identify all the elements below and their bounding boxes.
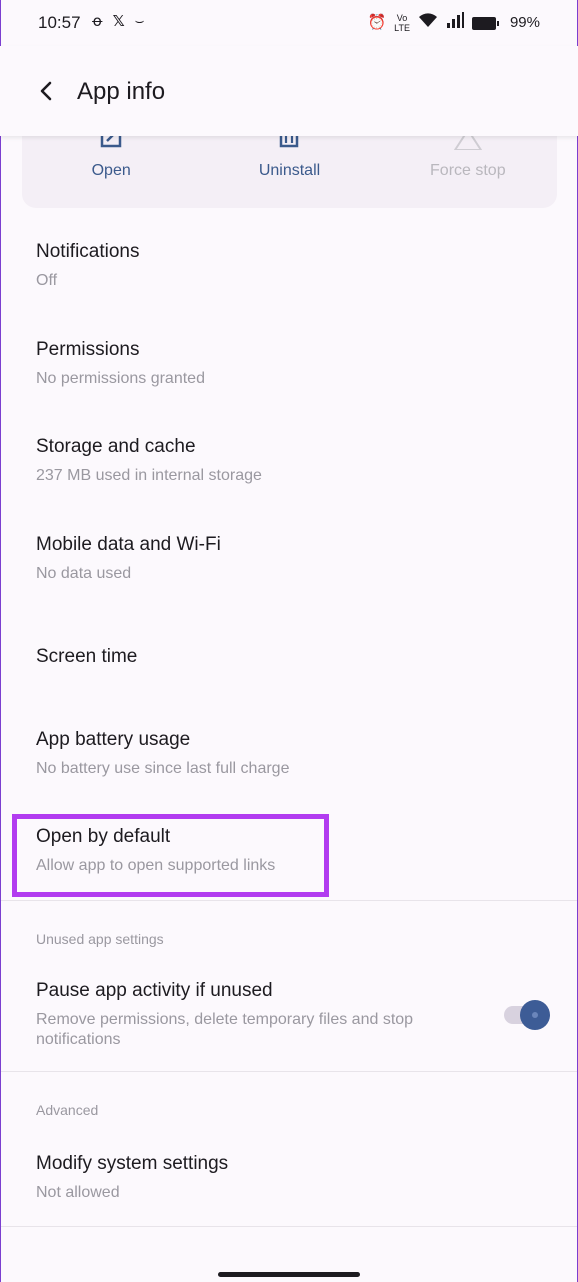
open-label: Open bbox=[91, 162, 131, 179]
modify-system-title: Modify system settings bbox=[36, 1153, 229, 1174]
divider bbox=[0, 900, 578, 901]
screen-time-item[interactable]: Screen time bbox=[36, 645, 137, 669]
toggle-thumb bbox=[520, 1000, 550, 1030]
section-header-unused: Unused app settings bbox=[36, 931, 164, 947]
x-icon: 𝕏 bbox=[112, 13, 125, 30]
uninstall-button[interactable]: Uninstall bbox=[200, 130, 378, 208]
permissions-item[interactable]: Permissions No permissions granted bbox=[36, 338, 205, 389]
force-stop-button[interactable]: Force stop bbox=[379, 130, 557, 208]
volte-icon: Vo LTE bbox=[394, 13, 410, 33]
notifications-item[interactable]: Notifications Off bbox=[36, 240, 140, 291]
pause-activity-toggle[interactable] bbox=[504, 1000, 550, 1030]
notifications-title: Notifications bbox=[36, 241, 140, 262]
pause-activity-item[interactable]: Pause app activity if unused Remove perm… bbox=[36, 979, 476, 1050]
storage-summary: 237 MB used in internal storage bbox=[36, 467, 262, 484]
status-bar: 10:57 ꝋ 𝕏 ⌣ ⏰ Vo LTE 99% bbox=[0, 0, 578, 46]
back-button[interactable] bbox=[30, 74, 64, 108]
notifications-summary: Off bbox=[36, 272, 58, 289]
highlight-box bbox=[12, 814, 329, 897]
uninstall-label: Uninstall bbox=[258, 162, 321, 179]
top-app-bar: App info bbox=[0, 46, 578, 136]
signal-icon bbox=[446, 12, 464, 34]
modify-system-item[interactable]: Modify system settings Not allowed bbox=[36, 1152, 228, 1203]
divider bbox=[0, 1226, 578, 1227]
n-icon: ꝋ bbox=[92, 13, 103, 30]
gesture-handle bbox=[218, 1272, 360, 1277]
arrow-back-icon bbox=[40, 81, 52, 101]
mobile-data-item[interactable]: Mobile data and Wi-Fi No data used bbox=[36, 533, 221, 584]
open-button[interactable]: Open bbox=[22, 130, 200, 208]
pause-activity-title: Pause app activity if unused bbox=[36, 980, 273, 1001]
page-title: App info bbox=[77, 78, 166, 105]
wifi-icon bbox=[418, 12, 438, 34]
pause-activity-summary: Remove permissions, delete temporary fil… bbox=[36, 1011, 414, 1048]
permissions-title: Permissions bbox=[36, 339, 140, 360]
battery-icon bbox=[471, 16, 499, 30]
status-left-icons: ꝋ 𝕏 ⌣ bbox=[92, 12, 145, 32]
battery-usage-item[interactable]: App battery usage No battery use since l… bbox=[36, 728, 289, 779]
modify-system-summary: Not allowed bbox=[36, 1184, 120, 1201]
screen-time-title: Screen time bbox=[36, 646, 138, 667]
app-actions: Open Uninstall Force stop bbox=[22, 130, 557, 208]
divider bbox=[0, 1071, 578, 1072]
status-time: 10:57 bbox=[38, 13, 81, 32]
battery-usage-summary: No battery use since last full charge bbox=[36, 760, 290, 777]
alarm-icon: ⏰ bbox=[367, 14, 387, 31]
storage-title: Storage and cache bbox=[36, 436, 196, 457]
mobile-data-summary: No data used bbox=[36, 565, 132, 582]
force-stop-label: Force stop bbox=[430, 162, 506, 179]
permissions-summary: No permissions granted bbox=[36, 370, 205, 387]
battery-usage-title: App battery usage bbox=[36, 729, 191, 750]
section-header-advanced: Advanced bbox=[36, 1102, 99, 1118]
battery-percent: 99% bbox=[509, 14, 540, 31]
status-right-icons: ⏰ Vo LTE 99% bbox=[367, 12, 540, 34]
amazon-icon: ⌣ bbox=[134, 13, 145, 30]
mobile-data-title: Mobile data and Wi-Fi bbox=[36, 534, 221, 555]
storage-item[interactable]: Storage and cache 237 MB used in interna… bbox=[36, 435, 262, 486]
